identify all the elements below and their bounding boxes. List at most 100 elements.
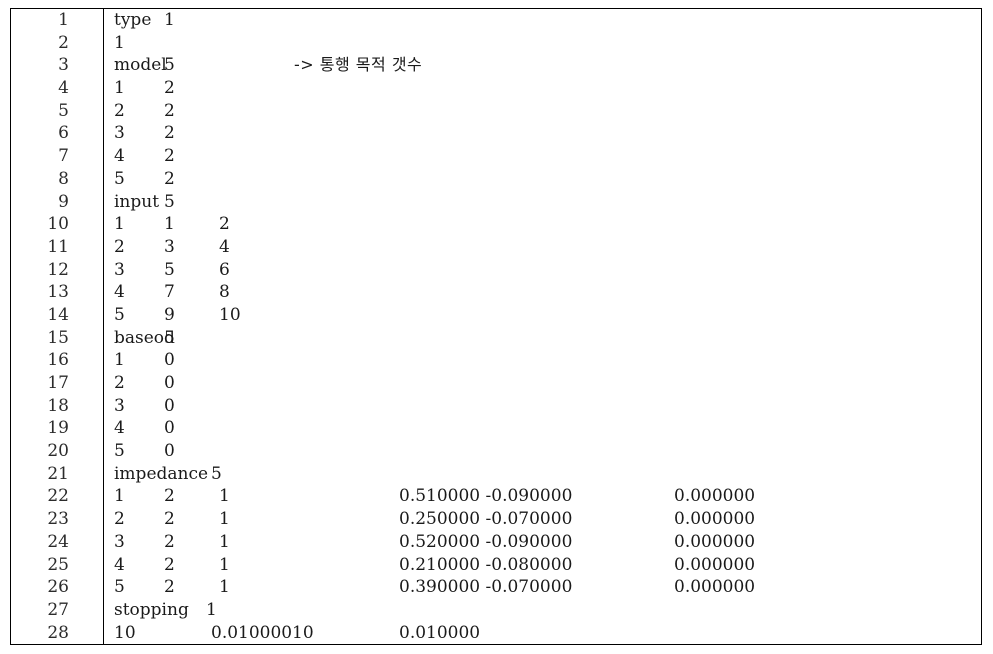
code-token-c1: 2 [114,100,125,121]
code-token-c2: 2 [164,100,175,121]
code-line-content: baseod 5 [114,327,981,350]
code-token-c3: 2 [219,214,230,235]
code-line-content: 2 3 4 [114,236,981,259]
line-number: 5 [58,100,69,121]
code-token-c4: 0.510000 -0.090000 [399,486,573,507]
code-line-content: 22 [114,100,981,123]
line-number: 10 [47,214,69,235]
code-line-content: 3 2 1 0.520000 -0.090000 0.000000 [114,531,981,554]
code-token-c2: 9 [164,304,175,325]
code-token-c1: 3 [114,123,125,144]
code-token-c1: 1 [114,350,125,371]
code-line-content: 50 [114,440,981,463]
code-line-content: 30 [114,395,981,418]
code-token-c1: 2 [114,509,125,530]
code-token-c5: 0.000000 [674,554,756,575]
code-line: 18 3 0 [11,395,981,418]
code-token-c5: 0.000000 [674,577,756,598]
code-line-content: 4 7 8 [114,281,981,304]
code-line-content: 1 [114,32,981,55]
code-line-content: 52 [114,168,981,191]
code-line: 20 5 0 [11,440,981,463]
line-number: 24 [47,531,69,552]
line-number: 28 [47,622,69,643]
code-token-c4: 0.520000 -0.090000 [399,531,573,552]
code-listing-figure: 1 type 1 2 1 3 model 5 -> 통행 목적 갯수 4 1 2 5 2 2 6 3 2 7 4 2 8 5… [10,8,982,645]
line-number: 15 [47,327,69,348]
code-token-c2: 0.010000 [211,622,293,643]
line-number: 23 [47,509,69,530]
line-number: 17 [47,373,69,393]
code-token-c3: 5 [211,463,222,484]
code-line: 19 4 0 [11,417,981,440]
code-line: 28 10 0.010000 10 0.010000 [11,622,981,645]
code-token-c2: 0 [164,441,175,462]
code-line: 21 impedance 5 [11,463,981,486]
code-token-c1: 3 [114,395,125,416]
line-number: 13 [47,282,69,303]
code-line: 25 4 2 1 0.210000 -0.080000 0.000000 [11,554,981,577]
line-number: 16 [47,350,69,371]
code-token-c1: input [114,191,160,212]
code-line: 1 type 1 [11,9,981,32]
code-token-c2: 0 [164,373,175,393]
code-line-content: 10 [114,349,981,372]
code-token-c5: 0.000000 [674,509,756,530]
code-line: 16 1 0 [11,349,981,372]
code-line-content: model 5 -> 통행 목적 갯수 [114,54,981,77]
code-line-content: 1 2 1 0.510000 -0.090000 0.000000 [114,485,981,508]
code-line: 3 model 5 -> 통행 목적 갯수 [11,54,981,77]
code-token-c4: 0.390000 -0.070000 [399,577,573,598]
code-line: 26 5 2 1 0.390000 -0.070000 0.000000 [11,576,981,599]
code-token-c3: 4 [219,236,230,257]
line-number: 14 [47,304,69,325]
code-line-content: 42 [114,145,981,168]
code-token-c1: 5 [114,168,125,189]
code-token-c2: 7 [164,282,175,303]
line-number: 8 [58,168,69,189]
code-token-c1: 10 [114,622,136,643]
code-token-c2: 2 [164,168,175,189]
code-token-c1: 3 [114,259,125,280]
line-number: 11 [47,236,69,257]
line-number: 26 [47,577,69,598]
code-token-c2: 1 [206,599,217,620]
code-line: 12 3 5 6 [11,259,981,282]
code-line-content: 32 [114,122,981,145]
line-number: 3 [58,55,69,76]
code-token-c1: 5 [114,441,125,462]
code-token-c3: 1 [219,577,230,598]
code-token-c5: 0.000000 [674,486,756,507]
code-line: 10 1 1 2 [11,213,981,236]
code-line-content: impedance 5 [114,463,981,486]
code-token-c2: 2 [164,509,175,530]
code-line-content: 40 [114,417,981,440]
code-line: 742 [11,145,981,168]
code-token-c1: impedance [114,463,209,484]
code-line-content: 4 2 1 0.210000 -0.080000 0.000000 [114,554,981,577]
line-number: 20 [47,441,69,462]
code-token-c2: 2 [164,78,175,99]
code-token-c1: 4 [114,554,125,575]
code-line: 522 [11,100,981,123]
code-token-c3: 10 [292,622,314,643]
code-token-c4: 0.250000 -0.070000 [399,509,573,530]
code-token-c2: 0 [164,418,175,439]
code-token-c1: stopping [114,599,189,620]
line-number: 27 [47,599,69,620]
line-number: 6 [58,123,69,144]
code-token-c2: 2 [164,531,175,552]
code-token-c2: 2 [164,146,175,167]
code-line-content: 2 2 1 0.250000 -0.070000 0.000000 [114,508,981,531]
code-token-c1: 1 [114,32,125,53]
code-token-c2: 0 [164,395,175,416]
code-token-c1: 5 [114,577,125,598]
code-line: 852 [11,168,981,191]
code-token-c1: 1 [114,214,125,235]
code-token-c2: 1 [164,10,175,30]
code-token-c3: 1 [219,509,230,530]
code-line-content: 10 0.010000 10 0.010000 [114,622,981,645]
code-line-content: 20 [114,372,981,395]
code-token-c1: type [114,10,152,30]
code-token-c2: 5 [164,259,175,280]
